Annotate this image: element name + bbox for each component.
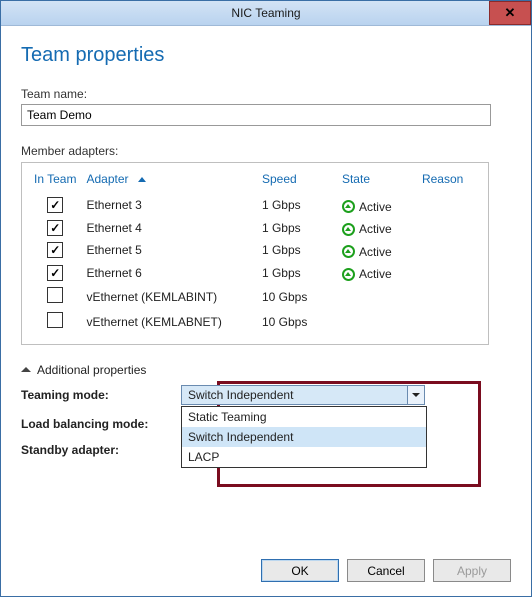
speed-cell: 1 Gbps [258, 262, 338, 285]
close-button[interactable]: ✕ [489, 1, 531, 25]
sort-asc-icon [138, 177, 146, 182]
state-up-icon [342, 245, 355, 258]
inteam-checkbox[interactable] [47, 242, 63, 258]
adapter-cell: vEthernet (KEMLABNET) [82, 309, 258, 334]
additional-properties-toggle[interactable]: Additional properties [21, 363, 146, 377]
teaming-mode-combo[interactable]: Switch Independent Static TeamingSwitch … [181, 385, 425, 405]
inteam-checkbox[interactable] [47, 312, 63, 328]
col-inteam[interactable]: In Team [30, 169, 82, 194]
teaming-mode-dropdown-button[interactable] [407, 385, 425, 405]
adapter-cell: Ethernet 6 [82, 262, 258, 285]
apply-button[interactable]: Apply [433, 559, 511, 582]
teaming-mode-label: Teaming mode: [21, 388, 181, 402]
reason-cell [418, 262, 480, 285]
inteam-checkbox[interactable] [47, 265, 63, 281]
speed-cell: 1 Gbps [258, 217, 338, 240]
ok-button[interactable]: OK [261, 559, 339, 582]
col-state[interactable]: State [338, 169, 418, 194]
state-cell [338, 284, 418, 309]
state-cell: Active [338, 217, 418, 240]
close-icon: ✕ [505, 5, 516, 21]
speed-cell: 1 Gbps [258, 239, 338, 262]
col-speed[interactable]: Speed [258, 169, 338, 194]
cancel-button[interactable]: Cancel [347, 559, 425, 582]
state-cell: Active [338, 194, 418, 217]
page-heading: Team properties [21, 44, 511, 67]
window-title: NIC Teaming [231, 6, 300, 20]
teaming-mode-dropdown: Static TeamingSwitch IndependentLACP [181, 406, 427, 468]
reason-cell [418, 284, 480, 309]
load-balancing-label: Load balancing mode: [21, 417, 181, 431]
state-up-icon [342, 200, 355, 213]
table-row[interactable]: Ethernet 61 GbpsActive [30, 262, 480, 285]
table-row[interactable]: vEthernet (KEMLABNET)10 Gbps [30, 309, 480, 334]
table-row[interactable]: vEthernet (KEMLABINT)10 Gbps [30, 284, 480, 309]
inteam-checkbox[interactable] [47, 197, 63, 213]
speed-cell: 10 Gbps [258, 284, 338, 309]
col-adapter[interactable]: Adapter [82, 169, 258, 194]
adapter-cell: Ethernet 4 [82, 217, 258, 240]
adapter-cell: Ethernet 5 [82, 239, 258, 262]
reason-cell [418, 217, 480, 240]
state-up-icon [342, 223, 355, 236]
dialog-button-bar: OK Cancel Apply [261, 559, 511, 582]
speed-cell: 1 Gbps [258, 194, 338, 217]
teaming-mode-option[interactable]: Switch Independent [182, 427, 426, 447]
content-area: Team properties Team name: Member adapte… [1, 26, 531, 467]
nic-teaming-window: NIC Teaming ✕ Team properties Team name:… [0, 0, 532, 597]
adapter-cell: Ethernet 3 [82, 194, 258, 217]
table-row[interactable]: Ethernet 41 GbpsActive [30, 217, 480, 240]
reason-cell [418, 239, 480, 262]
state-cell: Active [338, 262, 418, 285]
state-cell [338, 309, 418, 334]
caret-down-icon [412, 393, 420, 397]
titlebar: NIC Teaming ✕ [1, 1, 531, 26]
reason-cell [418, 194, 480, 217]
team-name-input[interactable] [21, 104, 491, 126]
table-row[interactable]: Ethernet 51 GbpsActive [30, 239, 480, 262]
inteam-checkbox[interactable] [47, 287, 63, 303]
additional-properties-section: Additional properties Teaming mode: Swit… [21, 361, 511, 457]
inteam-checkbox[interactable] [47, 220, 63, 236]
member-adapters-label: Member adapters: [21, 144, 511, 158]
teaming-mode-option[interactable]: Static Teaming [182, 407, 426, 427]
chevron-up-icon [21, 367, 31, 372]
speed-cell: 10 Gbps [258, 309, 338, 334]
adapter-cell: vEthernet (KEMLABINT) [82, 284, 258, 309]
state-cell: Active [338, 239, 418, 262]
member-adapters-grid: In Team Adapter Speed State Reason Ether… [21, 162, 489, 345]
state-up-icon [342, 268, 355, 281]
standby-adapter-label: Standby adapter: [21, 443, 181, 457]
teaming-mode-value[interactable]: Switch Independent [181, 385, 408, 405]
team-name-label: Team name: [21, 87, 511, 101]
teaming-mode-option[interactable]: LACP [182, 447, 426, 467]
table-row[interactable]: Ethernet 31 GbpsActive [30, 194, 480, 217]
col-reason[interactable]: Reason [418, 169, 480, 194]
reason-cell [418, 309, 480, 334]
